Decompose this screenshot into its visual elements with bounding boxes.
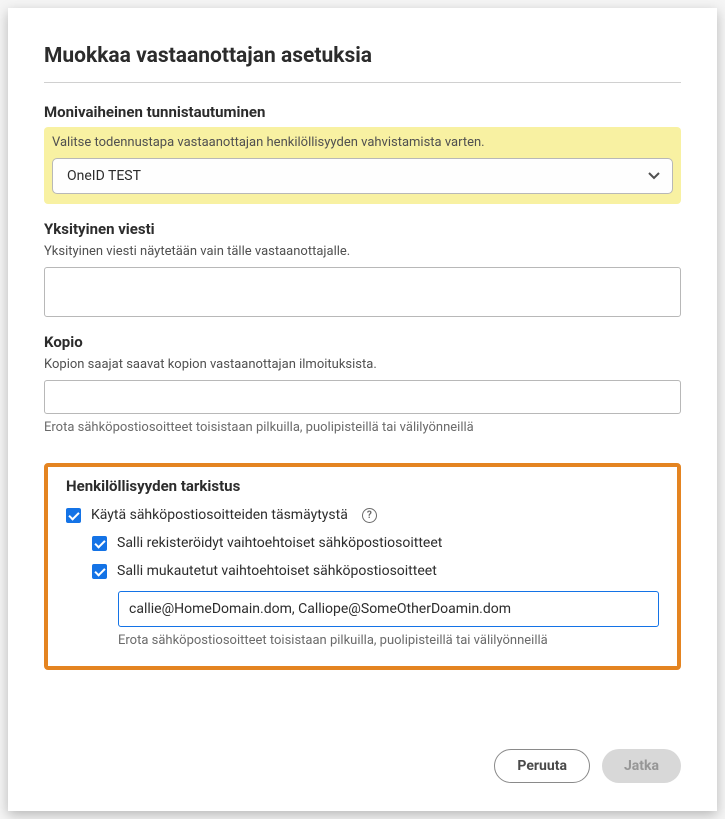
spacer: [44, 670, 681, 729]
mfa-highlight: Valitse todennustapa vastaanottajan henk…: [44, 127, 681, 204]
recipient-settings-dialog: Muokkaa vastaanottajan asetuksia Monivai…: [8, 8, 717, 811]
mfa-label: Monivaiheinen tunnistautuminen: [44, 103, 681, 121]
allow-custom-label: Salli mukautetut vaihtoehtoiset sähköpos…: [117, 563, 437, 579]
allow-registered-checkbox[interactable]: [92, 536, 107, 551]
use-email-match-checkbox[interactable]: [66, 508, 81, 523]
copy-email-input[interactable]: [44, 380, 681, 414]
copy-description: Kopion saajat saavat kopion vastaanottaj…: [44, 357, 681, 372]
mfa-select[interactable]: OneID TEST: [52, 158, 673, 194]
use-email-match-row: Käytä sähköpostiosoitteiden täsmäytystä …: [66, 507, 659, 523]
allow-registered-row: Salli rekisteröidyt vaihtoehtoiset sähkö…: [92, 535, 659, 551]
continue-button: Jatka: [602, 749, 681, 783]
identity-verification-panel: Henkilöllisyyden tarkistus Käytä sähköpo…: [44, 463, 681, 670]
button-row: Peruuta Jatka: [44, 749, 681, 783]
chevron-down-icon: [648, 168, 660, 184]
private-message-input[interactable]: [44, 267, 681, 317]
mfa-select-value: OneID TEST: [67, 168, 141, 184]
cancel-button[interactable]: Peruuta: [494, 749, 590, 783]
identity-label: Henkilöllisyyden tarkistus: [66, 477, 659, 495]
copy-label: Kopio: [44, 333, 681, 351]
allow-custom-checkbox[interactable]: [92, 564, 107, 579]
dialog-title: Muokkaa vastaanottajan asetuksia: [44, 44, 681, 83]
private-message-label: Yksityinen viesti: [44, 220, 681, 238]
allow-registered-label: Salli rekisteröidyt vaihtoehtoiset sähkö…: [117, 535, 442, 551]
custom-email-hint: Erota sähköpostiosoitteet toisistaan pil…: [118, 633, 659, 648]
allow-custom-row: Salli mukautetut vaihtoehtoiset sähköpos…: [92, 563, 659, 579]
copy-hint: Erota sähköpostiosoitteet toisistaan pil…: [44, 420, 681, 435]
mfa-description: Valitse todennustapa vastaanottajan henk…: [52, 135, 673, 150]
use-email-match-label: Käytä sähköpostiosoitteiden täsmäytystä: [91, 507, 348, 523]
private-message-description: Yksityinen viesti näytetään vain tälle v…: [44, 244, 681, 259]
custom-email-block: Erota sähköpostiosoitteet toisistaan pil…: [118, 591, 659, 648]
info-icon[interactable]: ?: [362, 508, 377, 523]
custom-email-input[interactable]: [118, 591, 659, 627]
